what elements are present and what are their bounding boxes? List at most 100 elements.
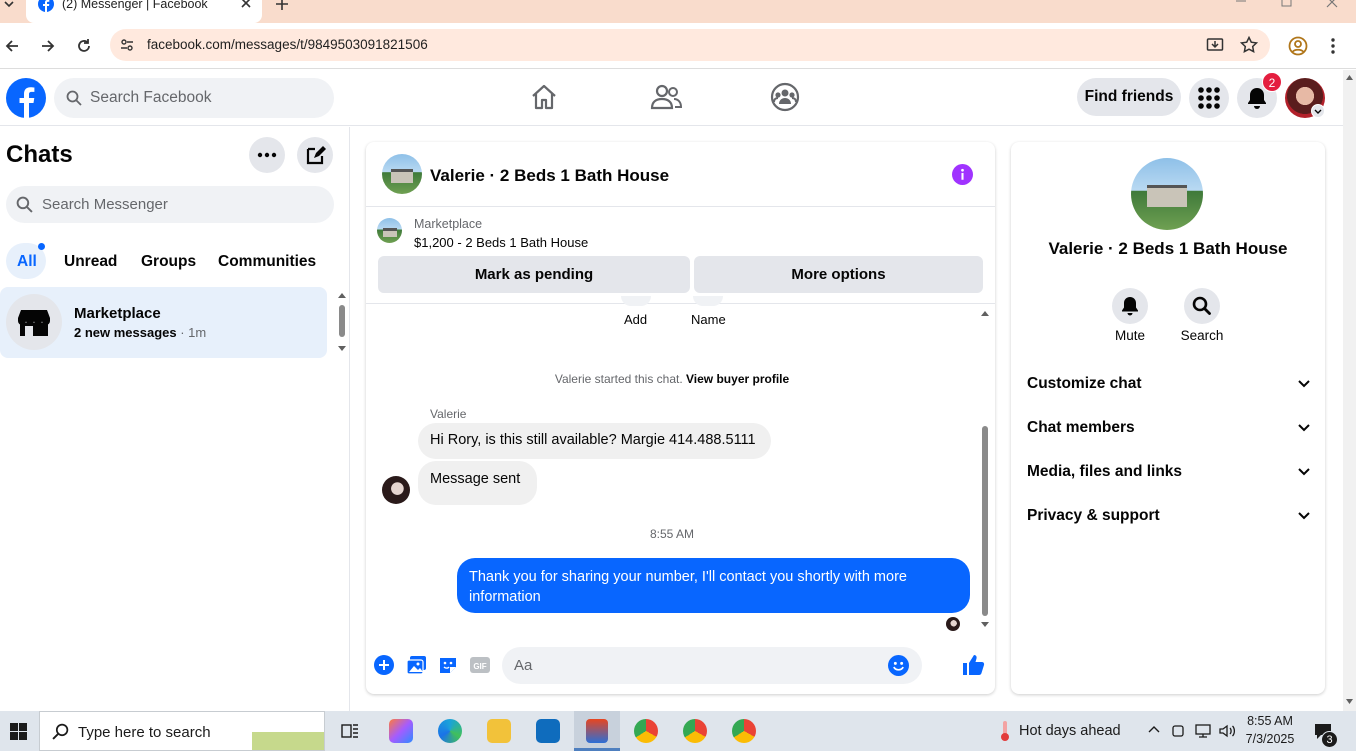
site-info-icon[interactable]: [120, 38, 134, 52]
facebook-header: Search Facebook Find friends 2: [0, 70, 1356, 126]
window-close-icon[interactable]: [1326, 0, 1338, 8]
chat-options-button[interactable]: [249, 137, 285, 173]
outgoing-message[interactable]: Thank you for sharing your number, I'll …: [457, 558, 970, 613]
scroll-down-icon[interactable]: [337, 345, 347, 353]
conversation-title[interactable]: Valerie · 2 Beds 1 Bath House: [430, 166, 669, 186]
show-hidden-icons-icon[interactable]: [1147, 723, 1161, 737]
windows-taskbar: Type here to search Hot days ahead 8:55 …: [0, 711, 1356, 751]
chat-time: · 1m: [176, 325, 207, 340]
more-options-button[interactable]: More options: [694, 256, 983, 293]
conversation-scrollbar[interactable]: [982, 426, 988, 616]
chrome-icon[interactable]: [732, 719, 756, 743]
friends-icon[interactable]: [650, 82, 684, 114]
new-message-button[interactable]: [297, 137, 333, 173]
gif-icon[interactable]: GIF: [470, 655, 490, 675]
customize-chat-section[interactable]: Customize chat: [1027, 375, 1311, 393]
edge-icon[interactable]: [438, 719, 462, 743]
weather-text[interactable]: Hot days ahead: [1019, 723, 1121, 739]
taskbar-search-input[interactable]: Type here to search: [39, 711, 325, 751]
filter-groups[interactable]: Groups: [141, 253, 196, 271]
listing-avatar[interactable]: [382, 154, 422, 194]
sticker-icon[interactable]: [438, 655, 458, 675]
bookmark-star-icon[interactable]: [1240, 36, 1258, 54]
chat-list-item[interactable]: Marketplace 2 new messages · 1m: [0, 287, 327, 358]
account-chevron-icon[interactable]: [1311, 104, 1325, 118]
chats-title: Chats: [6, 141, 73, 168]
photo-icon[interactable]: [406, 655, 427, 675]
scroll-down-icon[interactable]: [980, 621, 990, 629]
search-highlight-image: [252, 714, 324, 750]
profile-photo[interactable]: [1131, 158, 1203, 230]
media-files-section[interactable]: Media, files and links: [1027, 463, 1311, 481]
add-action-circle[interactable]: [621, 296, 651, 306]
add-action-label[interactable]: Add: [624, 312, 647, 327]
listing-title[interactable]: $1,200 - 2 Beds 1 Bath House: [414, 235, 588, 250]
active-app-slot[interactable]: [574, 711, 620, 751]
tab-search-icon[interactable]: [2, 0, 16, 12]
scroll-up-icon[interactable]: [980, 309, 990, 317]
facebook-search-input[interactable]: Search Facebook: [54, 78, 334, 118]
facebook-logo-icon[interactable]: [6, 78, 46, 118]
sender-name: Valerie: [430, 407, 467, 421]
name-action-circle[interactable]: [693, 296, 723, 306]
file-explorer-icon[interactable]: [487, 719, 511, 743]
copilot-icon[interactable]: [389, 719, 413, 743]
filter-unread[interactable]: Unread: [64, 253, 117, 271]
filter-communities[interactable]: Communities: [218, 253, 316, 271]
more-actions-icon[interactable]: [374, 655, 394, 675]
info-icon[interactable]: [952, 164, 973, 185]
browser-menu-icon[interactable]: [1330, 37, 1336, 55]
browser-tab[interactable]: (2) Messenger | Facebook: [26, 0, 262, 23]
windows-start-icon[interactable]: [10, 723, 27, 740]
like-icon[interactable]: [961, 653, 985, 677]
outlook-icon[interactable]: [536, 719, 560, 743]
search-in-chat-button[interactable]: [1184, 288, 1220, 324]
network-icon[interactable]: [1194, 723, 1212, 739]
name-action-label[interactable]: Name: [691, 312, 726, 327]
url-text: facebook.com/messages/t/9849503091821506: [147, 37, 428, 52]
incoming-message[interactable]: Hi Rory, is this still available? Margie…: [418, 423, 771, 459]
filter-all[interactable]: All: [17, 253, 37, 271]
mute-button[interactable]: [1112, 288, 1148, 324]
scroll-up-icon[interactable]: [337, 291, 347, 299]
browser-toolbar: facebook.com/messages/t/9849503091821506: [0, 23, 1356, 69]
chat-members-section[interactable]: Chat members: [1027, 419, 1311, 437]
listing-thumbnail[interactable]: [377, 218, 402, 243]
emoji-icon[interactable]: [888, 655, 909, 676]
volume-icon[interactable]: [1218, 723, 1236, 739]
profile-icon[interactable]: [1288, 36, 1308, 56]
restore-icon[interactable]: [1281, 0, 1293, 8]
incoming-message[interactable]: Message sent: [418, 461, 537, 505]
find-friends-button[interactable]: Find friends: [1077, 78, 1181, 116]
thermometer-icon: [998, 720, 1012, 742]
mark-as-pending-button[interactable]: Mark as pending: [378, 256, 690, 293]
new-tab-icon[interactable]: [274, 0, 290, 12]
menu-grid-button[interactable]: [1189, 78, 1229, 118]
view-buyer-profile-link[interactable]: View buyer profile: [686, 372, 789, 386]
chrome-icon[interactable]: [683, 719, 707, 743]
back-icon[interactable]: [4, 38, 20, 54]
search-icon: [1192, 296, 1211, 315]
message-input[interactable]: Aa: [502, 647, 922, 684]
home-icon[interactable]: [529, 82, 563, 114]
messenger-search-input[interactable]: Search Messenger: [6, 186, 334, 223]
sidebar-scrollbar[interactable]: [339, 305, 345, 337]
install-app-icon[interactable]: [1206, 36, 1224, 54]
sender-avatar[interactable]: [382, 476, 410, 504]
clock-date[interactable]: 7/3/2025: [1242, 732, 1298, 746]
meet-now-icon[interactable]: [1171, 723, 1187, 739]
chrome-icon[interactable]: [634, 719, 658, 743]
forward-icon[interactable]: [40, 38, 56, 54]
marketplace-listing-bar: Marketplace $1,200 - 2 Beds 1 Bath House…: [366, 208, 995, 304]
facebook-favicon-icon: [38, 0, 54, 12]
page-scrollbar[interactable]: [1343, 70, 1356, 711]
task-view-icon[interactable]: [340, 721, 360, 741]
close-tab-icon[interactable]: [240, 0, 252, 9]
address-bar[interactable]: facebook.com/messages/t/9849503091821506: [110, 29, 1270, 61]
clock-time[interactable]: 8:55 AM: [1242, 714, 1298, 728]
groups-icon[interactable]: [770, 82, 804, 114]
reload-icon[interactable]: [76, 38, 92, 54]
chat-info-panel: Valerie · 2 Beds 1 Bath House Mute Searc…: [1011, 142, 1325, 694]
privacy-support-section[interactable]: Privacy & support: [1027, 507, 1311, 525]
minimize-icon[interactable]: [1234, 0, 1248, 6]
